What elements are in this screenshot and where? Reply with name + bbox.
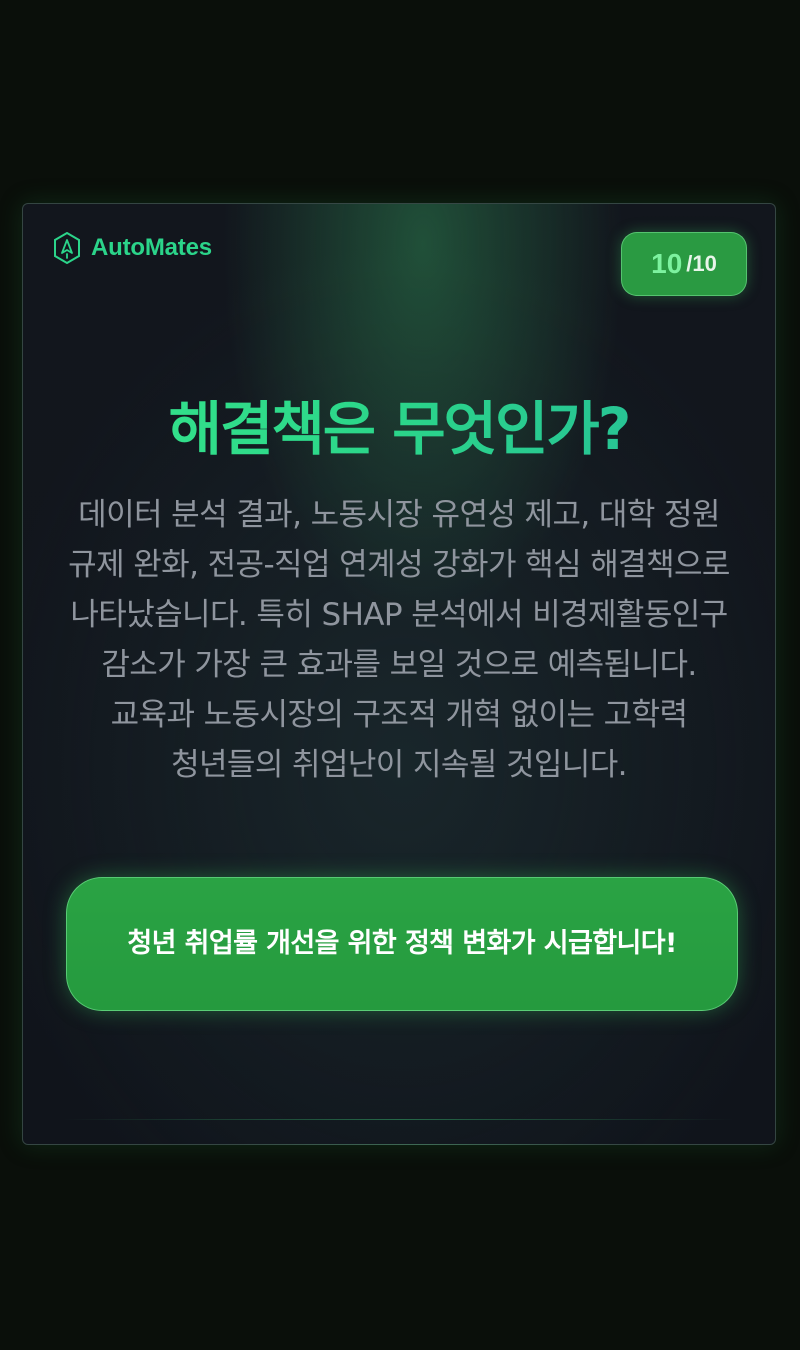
slide-title: 해결책은 무엇인가?	[23, 382, 775, 466]
slide-body-text: 데이터 분석 결과, 노동시장 유연성 제고, 대학 정원 규제 완화, 전공-…	[68, 497, 730, 783]
brand: AutoMates	[53, 232, 212, 264]
cta-banner: 청년 취업률 개선을 위한 정책 변화가 시급합니다!	[66, 877, 738, 1011]
bottom-divider	[63, 1119, 735, 1120]
page-total: /10	[686, 251, 717, 276]
slide-card: AutoMates 10 /10 해결책은 무엇인가? 데이터 분석 결과, 노…	[22, 203, 776, 1145]
page-counter: 10 /10	[621, 232, 747, 296]
page-current: 10	[651, 248, 683, 279]
automates-logo-icon	[54, 232, 80, 264]
brand-name: AutoMates	[91, 234, 212, 261]
